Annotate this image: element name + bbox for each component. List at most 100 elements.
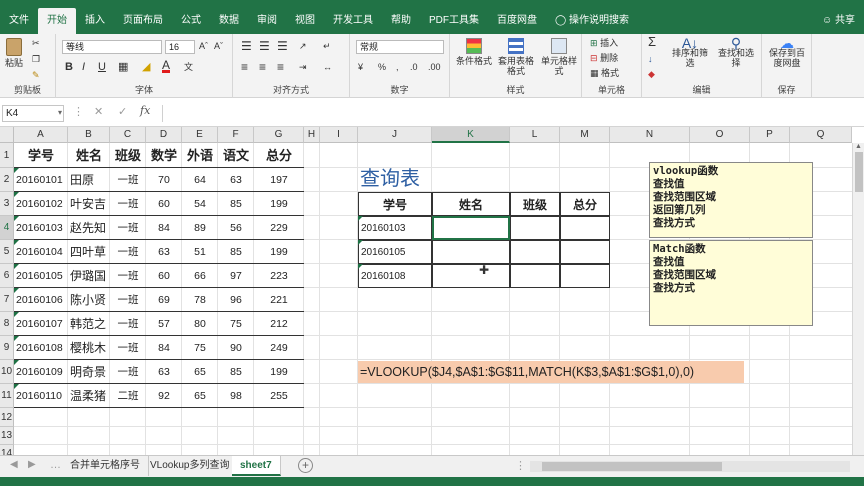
table-cell[interactable]: 249: [254, 336, 304, 360]
table-cell[interactable]: 199: [254, 240, 304, 264]
table-cell[interactable]: 一班: [110, 360, 146, 384]
table-cell[interactable]: 60: [146, 192, 182, 216]
table-cell[interactable]: 90: [218, 336, 254, 360]
scroll-left-icon[interactable]: ◀: [10, 459, 18, 470]
tab-formulas[interactable]: 公式: [172, 8, 210, 34]
font-name-select[interactable]: 等线: [62, 40, 162, 54]
percent-icon[interactable]: %: [378, 62, 386, 72]
tab-review[interactable]: 审阅: [248, 8, 286, 34]
table-cell[interactable]: 赵先知: [68, 216, 110, 240]
table-cell[interactable]: 89: [182, 216, 218, 240]
align-top-icon[interactable]: ☰: [241, 40, 252, 52]
query-result-cell[interactable]: [510, 240, 560, 264]
row-header-6[interactable]: 6: [0, 264, 14, 288]
number-format-select[interactable]: 常规: [356, 40, 444, 54]
insert-cells-button[interactable]: ⊞ 插入: [590, 38, 618, 48]
table-cell[interactable]: 一班: [110, 336, 146, 360]
table-cell[interactable]: 69: [146, 288, 182, 312]
query-result-cell[interactable]: [432, 240, 510, 264]
table-cell[interactable]: 一班: [110, 264, 146, 288]
format-cells-button[interactable]: ▦ 格式: [590, 68, 619, 78]
font-size-select[interactable]: 16: [165, 40, 195, 54]
clear-icon[interactable]: ◆: [648, 69, 655, 79]
align-center-icon[interactable]: ≡: [259, 61, 266, 73]
decrease-decimal-icon[interactable]: .00: [428, 62, 441, 72]
sheet-tab-sheet7[interactable]: sheet7: [232, 456, 281, 476]
fill-color-icon[interactable]: ◢: [142, 62, 150, 73]
row-header-4[interactable]: 4: [0, 216, 14, 240]
comma-icon[interactable]: ,: [396, 62, 399, 72]
table-cell[interactable]: 75: [218, 312, 254, 336]
scroll-up-icon[interactable]: ▲: [853, 143, 864, 150]
row-header-5[interactable]: 5: [0, 240, 14, 264]
row-header-11[interactable]: 11: [0, 384, 14, 408]
query-result-cell[interactable]: [510, 216, 560, 240]
table-cell[interactable]: 221: [254, 288, 304, 312]
increase-decimal-icon[interactable]: .0: [410, 62, 418, 72]
autosum-icon[interactable]: Σ: [648, 35, 656, 48]
indent-icon[interactable]: ⇥: [299, 62, 307, 72]
column-header-m[interactable]: M: [560, 127, 610, 143]
table-cell[interactable]: 85: [218, 192, 254, 216]
tab-data[interactable]: 数据: [210, 8, 248, 34]
table-cell[interactable]: 60: [146, 264, 182, 288]
grow-font-icon[interactable]: Aˆ: [199, 41, 208, 51]
table-cell[interactable]: 一班: [110, 288, 146, 312]
find-select-button[interactable]: ⚲ 查找和选择: [714, 36, 758, 68]
table-cell[interactable]: 叶安吉: [68, 192, 110, 216]
insert-function-icon[interactable]: fx: [140, 104, 150, 117]
row-header-2[interactable]: 2: [0, 168, 14, 192]
table-cell[interactable]: 一班: [110, 168, 146, 192]
table-cell[interactable]: 96: [218, 288, 254, 312]
column-header-j[interactable]: J: [358, 127, 432, 143]
underline-button[interactable]: U: [98, 62, 106, 73]
column-header-d[interactable]: D: [146, 127, 182, 143]
table-cell[interactable]: 212: [254, 312, 304, 336]
align-bottom-icon[interactable]: ☰: [277, 40, 288, 52]
table-cell[interactable]: 98: [218, 384, 254, 408]
table-cell[interactable]: 80: [182, 312, 218, 336]
table-cell[interactable]: 一班: [110, 216, 146, 240]
table-cell[interactable]: 78: [182, 288, 218, 312]
merge-center-icon[interactable]: ↔: [323, 62, 332, 72]
table-cell[interactable]: 57: [146, 312, 182, 336]
tab-insert[interactable]: 插入: [76, 8, 114, 34]
query-result-cell[interactable]: [432, 264, 510, 288]
copy-icon[interactable]: ❐: [32, 54, 40, 64]
sheet-tab-vlookup[interactable]: VLookup多列查询: [142, 456, 239, 476]
align-left-icon[interactable]: ≡: [241, 61, 248, 73]
table-cell[interactable]: 63: [146, 240, 182, 264]
table-header-cell[interactable]: 学号: [14, 143, 68, 168]
conditional-format-button[interactable]: 条件格式: [454, 38, 494, 66]
table-cell[interactable]: 樱桃木: [68, 336, 110, 360]
italic-button[interactable]: I: [82, 62, 85, 73]
query-header-cell[interactable]: 姓名: [432, 192, 510, 216]
bold-button[interactable]: B: [65, 62, 73, 73]
query-header-cell[interactable]: 班级: [510, 192, 560, 216]
row-header-8[interactable]: 8: [0, 312, 14, 336]
column-header-b[interactable]: B: [68, 127, 110, 143]
enter-icon[interactable]: ✓: [118, 105, 127, 118]
query-result-cell[interactable]: [560, 216, 610, 240]
row-header-12[interactable]: 12: [0, 408, 14, 427]
query-result-cell[interactable]: [560, 264, 610, 288]
table-header-cell[interactable]: 总分: [254, 143, 304, 168]
align-right-icon[interactable]: ≡: [277, 61, 284, 73]
tab-baidu-pan[interactable]: 百度网盘: [488, 8, 546, 34]
table-cell[interactable]: 伊璐国: [68, 264, 110, 288]
add-sheet-icon[interactable]: +: [298, 458, 313, 473]
column-header-g[interactable]: G: [254, 127, 304, 143]
table-cell[interactable]: 197: [254, 168, 304, 192]
column-header-p[interactable]: P: [750, 127, 790, 143]
cell-styles-button[interactable]: 单元格样式: [538, 38, 580, 76]
orientation-icon[interactable]: ↗: [299, 41, 307, 51]
cut-icon[interactable]: ✂: [32, 38, 40, 48]
table-cell[interactable]: 65: [182, 360, 218, 384]
tab-file[interactable]: 文件: [0, 8, 38, 34]
tell-me-search[interactable]: ◯ 操作说明搜索: [546, 8, 638, 34]
delete-cells-button[interactable]: ⊟ 删除: [590, 53, 618, 63]
table-cell[interactable]: 229: [254, 216, 304, 240]
table-cell[interactable]: 20160107: [14, 312, 68, 336]
table-cell[interactable]: 陈小贤: [68, 288, 110, 312]
border-icon[interactable]: ▦: [118, 62, 128, 73]
